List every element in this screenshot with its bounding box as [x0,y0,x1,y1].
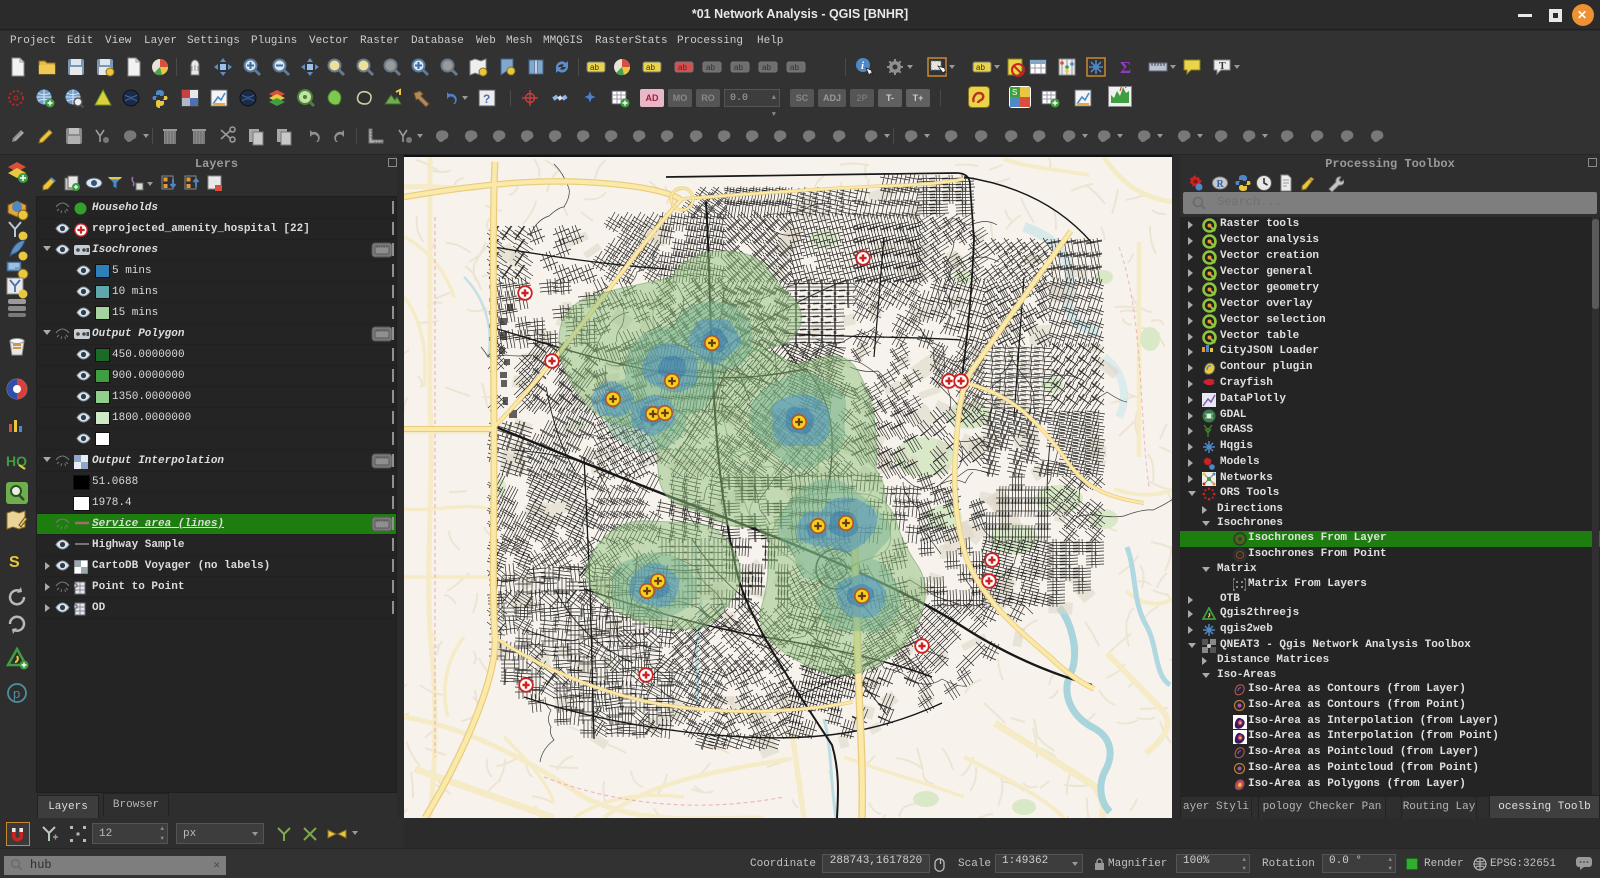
svg-text:Σ: Σ [1120,58,1131,77]
svg-text:?: ? [483,92,490,106]
svg-text:ab: ab [590,63,599,72]
svg-text:ab: ab [706,63,715,72]
svg-text:ab: ab [646,63,655,72]
svg-text:ab: ab [678,63,687,72]
svg-text:T: T [1219,61,1226,72]
svg-text:ab: ab [734,63,743,72]
svg-text:ab: ab [762,63,771,72]
svg-text:S: S [1012,88,1017,97]
svg-text:ab: ab [976,63,985,72]
svg-text:R: R [1217,179,1225,190]
svg-text:HQ: HQ [6,453,27,469]
svg-text:p: p [13,686,20,701]
svg-text:S: S [9,554,20,571]
svg-text:ab: ab [790,63,799,72]
